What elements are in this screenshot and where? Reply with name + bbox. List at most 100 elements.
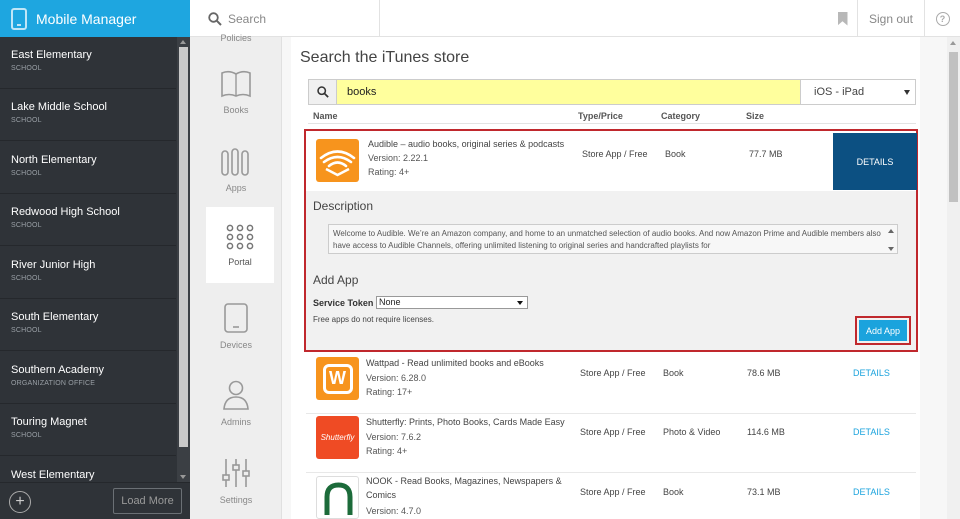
add-app-highlight: Add App	[855, 316, 911, 345]
add-school-button[interactable]: +	[9, 491, 31, 513]
app-type-price: Store App / Free	[582, 149, 648, 159]
column-header-type-price: Type/Price	[578, 111, 623, 121]
app-type-price: Store App / Free	[580, 487, 646, 497]
description-heading: Description	[313, 199, 374, 213]
app-title: Mobile Manager	[36, 10, 137, 27]
scroll-up-arrow-icon[interactable]	[180, 40, 186, 44]
sign-out-link[interactable]: Sign out	[858, 0, 925, 37]
add-app-heading: Add App	[313, 273, 359, 287]
scroll-up-arrow-icon[interactable]	[888, 229, 894, 233]
school-name: Redwood High School	[11, 206, 120, 218]
column-header-size: Size	[746, 111, 765, 121]
sidebar-item-touring-magnet[interactable]: Touring Magnet SCHOOL	[0, 404, 176, 456]
module-label: Devices	[219, 340, 252, 350]
table-row[interactable]: NOOK - Read Books, Magazines, Newspapers…	[306, 473, 916, 519]
app-size: 77.7 MB	[749, 149, 783, 159]
sidebar-item-south-elementary[interactable]: South Elementary SCHOOL	[0, 299, 176, 351]
app-name: NOOK - Read Books, Magazines, Newspapers…	[366, 476, 562, 500]
main-scrollbar[interactable]	[947, 37, 960, 519]
search-label: Search	[228, 11, 267, 26]
app-type-price: Store App / Free	[580, 427, 646, 437]
column-header-category: Category	[661, 111, 701, 121]
module-admins[interactable]: Admins	[206, 379, 266, 455]
module-settings[interactable]: Settings	[206, 457, 266, 519]
module-label: Apps	[225, 183, 247, 193]
description-text: Welcome to Audible. We’re an Amazon comp…	[333, 229, 881, 250]
bookmark-button[interactable]	[828, 0, 858, 37]
sidebar-scrollbar[interactable]	[177, 37, 190, 482]
school-type: SCHOOL	[11, 275, 42, 282]
module-label: Settings	[219, 495, 253, 505]
top-bar: Mobile Manager Search Sign out ?	[0, 0, 960, 37]
sidebar-item-west-elementary[interactable]: West Elementary	[0, 457, 176, 482]
module-portal[interactable]: Portal	[206, 207, 274, 283]
table-row[interactable]: Audible – audio books, original series &…	[306, 131, 917, 191]
module-policies-label[interactable]: Policies	[206, 33, 266, 43]
table-row[interactable]: Shutterfly Shutterfly: Prints, Photo Boo…	[306, 414, 916, 473]
device-filter-select[interactable]: iOS - iPad	[800, 79, 916, 105]
module-label: Admins	[220, 417, 251, 427]
brand-bar[interactable]: Mobile Manager	[0, 0, 190, 37]
school-type: SCHOOL	[11, 222, 42, 229]
details-link[interactable]: DETAILS	[853, 427, 890, 437]
main-content: Search the iTunes store iOS - iPad Name …	[282, 37, 947, 519]
column-header-name: Name	[313, 111, 338, 121]
details-link[interactable]: DETAILS	[853, 487, 890, 497]
audible-icon	[316, 139, 359, 182]
scrollbar-thumb[interactable]	[949, 52, 958, 202]
school-name: North Elementary	[11, 154, 97, 166]
app-size: 114.6 MB	[747, 427, 785, 437]
sidebar-item-river-junior-high[interactable]: River Junior High SCHOOL	[0, 247, 176, 299]
scroll-up-arrow-icon[interactable]	[950, 41, 956, 45]
school-name: South Elementary	[11, 311, 99, 323]
module-books[interactable]: Books	[206, 69, 266, 145]
description-textarea[interactable]: Welcome to Audible. We’re an Amazon comp…	[328, 224, 898, 254]
device-filter-value: iOS - iPad	[814, 86, 865, 98]
books-icon	[221, 70, 251, 98]
load-more-button[interactable]: Load More	[113, 488, 182, 514]
school-name: East Elementary	[11, 49, 92, 61]
service-token-label: Service Token	[313, 298, 374, 308]
school-type: SCHOOL	[11, 327, 42, 334]
school-sidebar: East Elementary SCHOOL Lake Middle Schoo…	[0, 37, 190, 519]
settings-icon	[222, 459, 250, 487]
scrollbar-thumb[interactable]	[179, 47, 188, 447]
school-type: SCHOOL	[11, 170, 42, 177]
school-name: River Junior High	[11, 259, 96, 271]
scroll-down-arrow-icon[interactable]	[180, 475, 186, 479]
school-name: West Elementary	[11, 469, 95, 481]
table-row[interactable]: W Wattpad - Read unlimited books and eBo…	[306, 355, 916, 414]
scroll-down-arrow-icon[interactable]	[888, 247, 894, 251]
shutterfly-icon: Shutterfly	[316, 416, 359, 459]
app-category: Photo & Video	[663, 427, 721, 437]
details-button[interactable]: DETAILS	[833, 133, 917, 190]
sidebar-item-north-elementary[interactable]: North Elementary SCHOOL	[0, 142, 176, 194]
app-type-price: Store App / Free	[580, 368, 646, 378]
store-search-input[interactable]	[337, 80, 800, 104]
sidebar-footer: + Load More	[0, 482, 190, 519]
details-link[interactable]: DETAILS	[853, 368, 890, 378]
sidebar-item-east-elementary[interactable]: East Elementary SCHOOL	[0, 37, 176, 89]
wattpad-icon: W	[316, 357, 359, 400]
search-icon	[316, 86, 329, 98]
app-name: Shutterfly: Prints, Photo Books, Cards M…	[366, 417, 565, 427]
app-version: Version: 7.6.2	[366, 432, 422, 442]
sidebar-item-lake-middle-school[interactable]: Lake Middle School SCHOOL	[0, 89, 176, 141]
store-search-box	[308, 79, 801, 105]
store-search-button[interactable]	[309, 80, 337, 104]
add-app-button[interactable]: Add App	[859, 320, 907, 341]
free-apps-note: Free apps do not require licenses.	[313, 315, 434, 324]
sidebar-item-redwood-high-school[interactable]: Redwood High School SCHOOL	[0, 194, 176, 246]
module-label: Portal	[228, 257, 252, 267]
description-scrollbar[interactable]	[887, 227, 895, 253]
admins-icon	[223, 380, 249, 410]
service-token-select[interactable]: None	[376, 296, 528, 309]
module-devices[interactable]: Devices	[206, 302, 266, 378]
app-size: 73.1 MB	[747, 487, 781, 497]
service-token-value: None	[379, 297, 401, 307]
help-button[interactable]: ?	[925, 0, 960, 37]
sidebar-item-southern-academy[interactable]: Southern Academy ORGANIZATION OFFICE	[0, 352, 176, 404]
help-icon: ?	[935, 11, 950, 26]
nook-icon	[316, 476, 359, 519]
global-search[interactable]: Search	[190, 0, 380, 37]
